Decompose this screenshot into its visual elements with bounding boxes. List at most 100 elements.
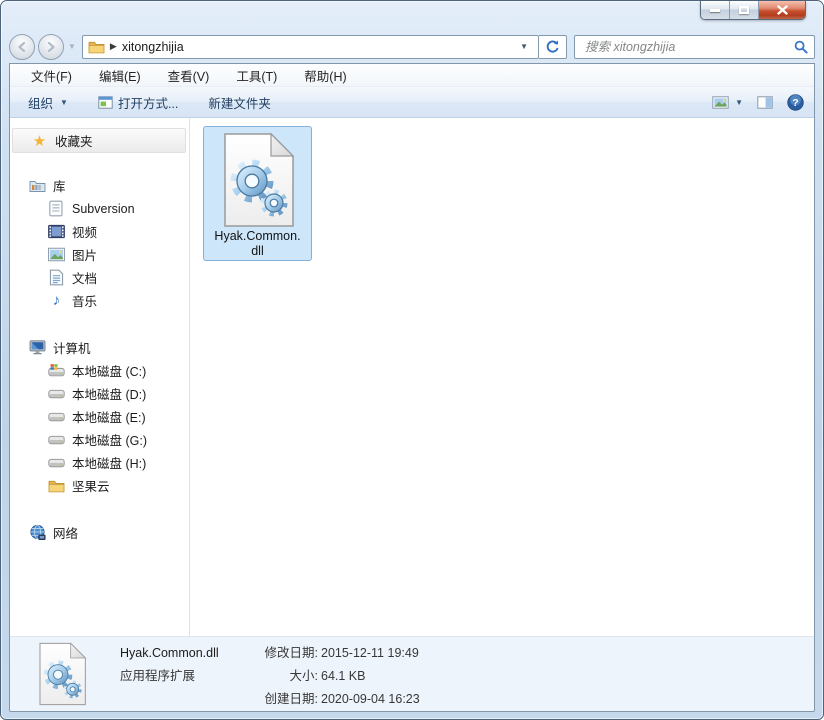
music-label: 音乐: [72, 295, 98, 309]
forward-button[interactable]: [38, 33, 64, 60]
explorer-window: ▼ ▶ xitongzhijia ▼ 文件(F) 编辑(E): [0, 0, 824, 720]
menu-help[interactable]: 帮助(H): [304, 66, 346, 85]
drive-c-label: 本地磁盘 (C:): [72, 365, 147, 379]
change-view-button[interactable]: ▼: [712, 95, 743, 109]
chevron-down-icon: ▼: [735, 97, 743, 107]
maximize-button[interactable]: [730, 1, 759, 19]
content-area: ★ 收藏夹 库 Subversion 视频 图片 文档 ♪ 音乐 计算机 本地磁…: [10, 118, 814, 636]
file-name-line2: dll: [251, 244, 264, 258]
videos-label: 视频: [72, 226, 98, 240]
close-button[interactable]: [759, 1, 805, 19]
open-with-icon: [98, 95, 113, 109]
details-created-label: 创建日期:: [264, 691, 318, 706]
help-icon: ?: [787, 93, 804, 111]
sidebar-item-documents[interactable]: 文档: [10, 266, 189, 289]
minimize-icon: [710, 8, 720, 12]
refresh-button[interactable]: [539, 34, 567, 59]
menu-view[interactable]: 查看(V): [168, 66, 210, 85]
file-name-line1: Hyak.Common.: [214, 229, 301, 243]
drive-icon: [48, 408, 65, 425]
organize-button[interactable]: 组织 ▼: [28, 93, 68, 112]
sidebar-item-drive-h[interactable]: 本地磁盘 (H:): [10, 451, 189, 474]
drive-h-label: 本地磁盘 (H:): [72, 457, 147, 471]
menu-bar: 文件(F) 编辑(E) 查看(V) 工具(T) 帮助(H): [10, 64, 814, 87]
network-label: 网络: [53, 527, 79, 541]
dll-file-icon: [219, 132, 297, 228]
details-size-label: 大小:: [289, 668, 318, 683]
drive-g-label: 本地磁盘 (G:): [72, 434, 147, 448]
star-icon: ★: [32, 132, 47, 150]
details-size-value: 64.1 KB: [321, 668, 366, 683]
open-with-label: 打开方式...: [117, 96, 179, 111]
dll-file-icon: [36, 642, 88, 706]
library-folder-icon: [49, 200, 63, 217]
sidebar-item-drive-e[interactable]: 本地磁盘 (E:): [10, 405, 189, 428]
folder-icon: [88, 38, 105, 55]
details-grid: Hyak.Common.dll 修改日期: 2015-12-11 19:49 应…: [120, 642, 420, 707]
documents-icon: [49, 269, 64, 286]
organize-label: 组织: [28, 96, 54, 111]
network-icon: [30, 524, 46, 540]
address-bar[interactable]: ▶ xitongzhijia ▼: [81, 34, 539, 59]
preview-pane-button[interactable]: [757, 95, 773, 109]
music-note-icon: ♪: [52, 292, 61, 309]
sidebar-item-music[interactable]: ♪ 音乐: [10, 289, 189, 312]
sidebar-item-pictures[interactable]: 图片: [10, 243, 189, 266]
caption-button-group: [700, 1, 806, 20]
new-folder-label: 新建文件夹: [208, 96, 271, 111]
system-drive-icon: [48, 364, 65, 377]
computer-label: 计算机: [53, 342, 91, 356]
search-input[interactable]: [583, 38, 794, 55]
favorites-label: 收藏夹: [55, 135, 93, 149]
nutstore-label: 坚果云: [72, 480, 110, 494]
details-pane: Hyak.Common.dll 修改日期: 2015-12-11 19:49 应…: [10, 636, 814, 711]
pictures-label: 图片: [72, 249, 98, 263]
svg-text:?: ?: [792, 97, 798, 109]
details-modified-label: 修改日期:: [264, 645, 318, 660]
folder-icon: [48, 477, 65, 494]
file-list-area[interactable]: Hyak.Common. dll: [190, 118, 814, 636]
video-icon: [48, 224, 65, 239]
maximize-icon: [739, 6, 749, 14]
sidebar-item-computer[interactable]: 计算机: [10, 336, 189, 359]
menu-tools[interactable]: 工具(T): [236, 66, 277, 85]
pictures-icon: [48, 247, 65, 262]
forward-arrow-icon: [47, 41, 55, 52]
sidebar-item-drive-g[interactable]: 本地磁盘 (G:): [10, 428, 189, 451]
sidebar-item-nutstore[interactable]: 坚果云: [10, 474, 189, 497]
minimize-button[interactable]: [701, 1, 730, 19]
close-icon: [776, 5, 788, 15]
toolbar-right-group: ▼ ?: [712, 93, 804, 111]
sidebar-item-subversion[interactable]: Subversion: [10, 197, 189, 220]
sidebar-item-drive-c[interactable]: 本地磁盘 (C:): [10, 359, 189, 382]
menu-file[interactable]: 文件(F): [31, 66, 72, 85]
back-arrow-icon: [18, 41, 26, 52]
preview-pane-icon: [757, 95, 773, 109]
sidebar-item-libraries[interactable]: 库: [10, 174, 189, 197]
refresh-icon: [546, 40, 559, 53]
breadcrumb-arrow-icon[interactable]: ▶: [110, 41, 117, 52]
command-toolbar: 组织 ▼ 打开方式... 新建文件夹 ▼ ?: [10, 87, 814, 118]
computer-icon: [29, 340, 46, 355]
address-dropdown-icon[interactable]: ▼: [514, 42, 534, 51]
recent-pages-dropdown[interactable]: ▼: [68, 42, 76, 51]
drive-icon: [48, 385, 65, 402]
sidebar-favorites[interactable]: ★ 收藏夹: [12, 128, 186, 153]
file-item-hyak-common-dll[interactable]: Hyak.Common. dll: [203, 126, 312, 261]
navigation-pane: ★ 收藏夹 库 Subversion 视频 图片 文档 ♪ 音乐 计算机 本地磁…: [10, 118, 190, 636]
sidebar-item-network[interactable]: 网络: [10, 521, 189, 544]
sidebar-item-videos[interactable]: 视频: [10, 220, 189, 243]
sidebar-item-drive-d[interactable]: 本地磁盘 (D:): [10, 382, 189, 405]
libraries-icon: [29, 181, 46, 192]
drive-e-label: 本地磁盘 (E:): [72, 411, 146, 425]
search-icon[interactable]: [794, 40, 808, 54]
help-button[interactable]: ?: [787, 93, 804, 111]
new-folder-button[interactable]: 新建文件夹: [208, 93, 271, 112]
details-created-value: 2020-09-04 16:23: [321, 691, 420, 706]
menu-edit[interactable]: 编辑(E): [99, 66, 141, 85]
drive-icon: [48, 431, 65, 448]
back-button[interactable]: [9, 33, 35, 60]
open-with-button[interactable]: 打开方式...: [98, 93, 178, 112]
breadcrumb-path[interactable]: xitongzhijia: [122, 40, 184, 54]
details-file-name: Hyak.Common.dll: [120, 645, 219, 660]
